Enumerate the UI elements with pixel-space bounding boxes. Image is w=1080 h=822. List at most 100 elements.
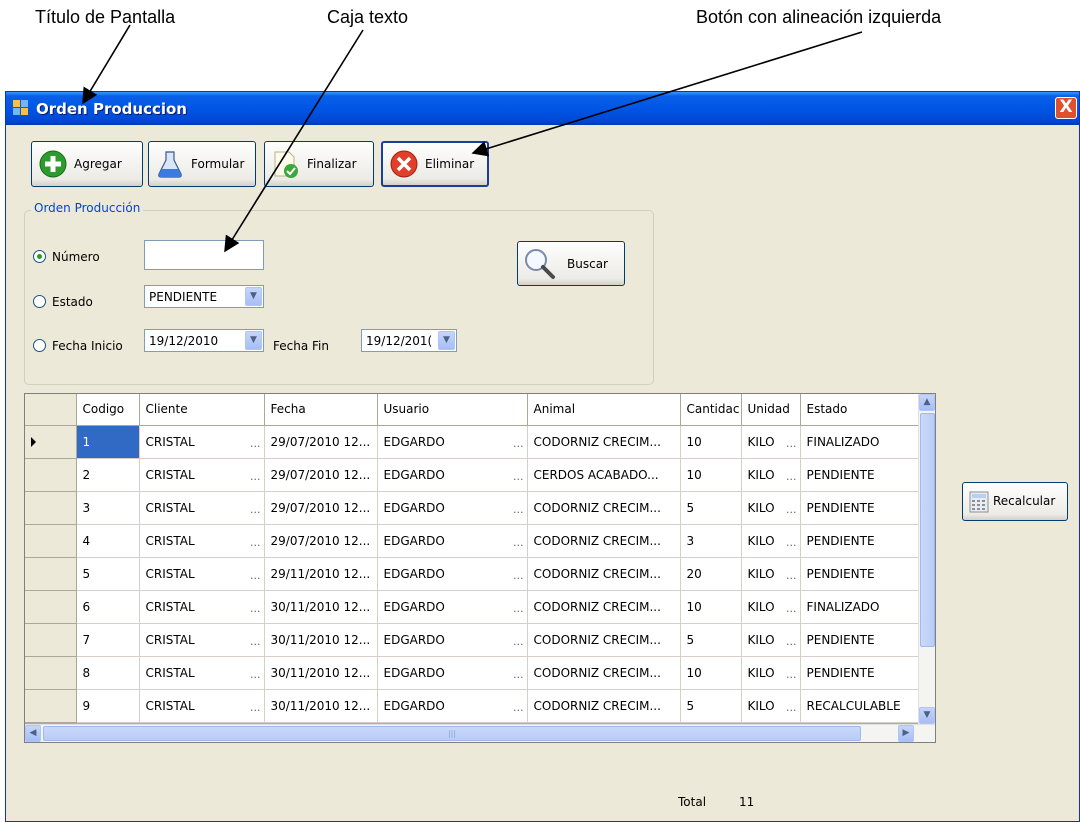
ellipsis-button[interactable]: ... (250, 470, 261, 483)
column-header-codigo[interactable]: Codigo (76, 394, 140, 426)
ellipsis-button[interactable]: ... (250, 569, 261, 582)
table-cell[interactable]: PENDIENTE (800, 524, 919, 558)
table-cell[interactable]: CODORNIZ CRECIM... (527, 656, 681, 690)
ellipsis-button[interactable]: ... (786, 602, 797, 615)
table-cell[interactable]: 4 (76, 524, 140, 558)
row-header[interactable] (25, 590, 77, 624)
row-header[interactable] (25, 656, 77, 690)
table-cell[interactable]: 20 (680, 557, 742, 591)
row-header[interactable] (25, 524, 77, 558)
ellipsis-button[interactable]: ... (250, 701, 261, 714)
ellipsis-button[interactable]: ... (513, 668, 524, 681)
scroll-right-icon[interactable]: ▶ (898, 725, 914, 742)
ellipsis-button[interactable]: ... (786, 569, 797, 582)
table-cell[interactable]: CRISTAL... (139, 590, 265, 624)
numero-radio[interactable] (33, 250, 46, 263)
column-header-fecha[interactable]: Fecha (264, 394, 378, 426)
ellipsis-button[interactable]: ... (250, 668, 261, 681)
agregar-button[interactable]: Agregar (31, 141, 143, 187)
column-header-animal[interactable]: Animal (527, 394, 681, 426)
ellipsis-button[interactable]: ... (513, 635, 524, 648)
table-cell[interactable]: PENDIENTE (800, 623, 919, 657)
ellipsis-button[interactable]: ... (513, 569, 524, 582)
row-header[interactable] (25, 491, 77, 525)
table-cell[interactable]: RECALCULABLE (800, 689, 919, 723)
eliminar-button[interactable]: Eliminar (381, 141, 489, 187)
vertical-scrollbar[interactable]: ▲ ▼ (918, 394, 935, 725)
table-cell[interactable]: KILO... (741, 458, 801, 492)
table-cell[interactable]: EDGARDO... (377, 590, 528, 624)
table-cell[interactable]: 5 (680, 689, 742, 723)
table-cell[interactable]: 10 (680, 458, 742, 492)
table-cell[interactable]: KILO... (741, 524, 801, 558)
table-row[interactable]: 7 CRISTAL... 30/11/2010 12... EDGARDO... COD… (25, 623, 919, 657)
table-cell[interactable]: KILO... (741, 656, 801, 690)
table-cell[interactable]: KILO... (741, 623, 801, 657)
table-cell[interactable]: EDGARDO... (377, 425, 528, 459)
table-cell[interactable]: 30/11/2010 12... (264, 689, 378, 723)
ellipsis-button[interactable]: ... (250, 536, 261, 549)
table-cell[interactable]: CRISTAL... (139, 524, 265, 558)
row-header[interactable] (25, 458, 77, 492)
table-cell[interactable]: CODORNIZ CRECIM... (527, 623, 681, 657)
fecha-inicio-radio[interactable] (33, 339, 46, 352)
table-cell[interactable]: 2 (76, 458, 140, 492)
table-cell[interactable]: EDGARDO... (377, 689, 528, 723)
table-cell[interactable]: FINALIZADO (800, 590, 919, 624)
table-cell[interactable]: 29/11/2010 12... (264, 557, 378, 591)
table-row[interactable]: 4 CRISTAL... 29/07/2010 12... EDGARDO... COD… (25, 524, 919, 558)
ellipsis-button[interactable]: ... (786, 536, 797, 549)
table-cell[interactable]: EDGARDO... (377, 458, 528, 492)
table-cell[interactable]: 29/07/2010 12... (264, 458, 378, 492)
ellipsis-button[interactable]: ... (513, 503, 524, 516)
table-cell[interactable]: CODORNIZ CRECIM... (527, 491, 681, 525)
row-header[interactable] (25, 425, 77, 459)
table-cell[interactable]: PENDIENTE (800, 491, 919, 525)
ellipsis-button[interactable]: ... (250, 437, 261, 450)
scroll-up-icon[interactable]: ▲ (919, 394, 935, 411)
table-cell[interactable]: CODORNIZ CRECIM... (527, 689, 681, 723)
ellipsis-button[interactable]: ... (250, 503, 261, 516)
table-row[interactable]: 5 CRISTAL... 29/11/2010 12... EDGARDO... COD… (25, 557, 919, 591)
table-cell[interactable]: CRISTAL... (139, 557, 265, 591)
column-header-cantidad[interactable]: Cantidac (680, 394, 742, 426)
column-header-estado[interactable]: Estado (800, 394, 919, 426)
table-row[interactable]: 1 CRISTAL... 29/07/2010 12... EDGARDO... COD… (25, 425, 919, 459)
ellipsis-button[interactable]: ... (513, 470, 524, 483)
ellipsis-button[interactable]: ... (513, 602, 524, 615)
table-cell[interactable]: EDGARDO... (377, 656, 528, 690)
table-cell[interactable]: 5 (76, 557, 140, 591)
table-cell[interactable]: 29/07/2010 12... (264, 524, 378, 558)
column-header-usuario[interactable]: Usuario (377, 394, 528, 426)
table-cell[interactable]: 10 (680, 590, 742, 624)
scroll-left-icon[interactable]: ◀ (25, 725, 41, 742)
table-cell[interactable]: CRISTAL... (139, 656, 265, 690)
table-cell[interactable]: 1 (76, 425, 140, 459)
fecha-fin-picker[interactable]: 19/12/201( ▼ (361, 329, 457, 352)
table-cell[interactable]: EDGARDO... (377, 557, 528, 591)
estado-radio[interactable] (33, 295, 46, 308)
chevron-down-icon[interactable]: ▼ (438, 331, 455, 350)
table-cell[interactable]: 30/11/2010 12... (264, 590, 378, 624)
table-cell[interactable]: 29/07/2010 12... (264, 425, 378, 459)
fecha-inicio-picker[interactable]: 19/12/2010 ▼ (144, 329, 264, 352)
ellipsis-button[interactable]: ... (250, 635, 261, 648)
row-header[interactable] (25, 689, 77, 723)
table-cell[interactable]: CODORNIZ CRECIM... (527, 425, 681, 459)
table-cell[interactable]: CODORNIZ CRECIM... (527, 590, 681, 624)
table-cell[interactable]: 9 (76, 689, 140, 723)
ellipsis-button[interactable]: ... (786, 701, 797, 714)
table-cell[interactable]: CODORNIZ CRECIM... (527, 524, 681, 558)
numero-input[interactable] (144, 240, 264, 270)
table-row[interactable]: 3 CRISTAL... 29/07/2010 12... EDGARDO... COD… (25, 491, 919, 525)
ellipsis-button[interactable]: ... (786, 635, 797, 648)
orders-grid[interactable]: Codigo Cliente Fecha Usuario Animal Cant… (24, 393, 936, 743)
column-header-cliente[interactable]: Cliente (139, 394, 265, 426)
ellipsis-button[interactable]: ... (513, 701, 524, 714)
table-cell[interactable]: PENDIENTE (800, 557, 919, 591)
table-cell[interactable]: KILO... (741, 590, 801, 624)
vertical-scroll-thumb[interactable] (920, 413, 935, 647)
horizontal-scroll-thumb[interactable]: ||| (43, 726, 861, 741)
table-cell[interactable]: 3 (680, 524, 742, 558)
table-cell[interactable]: CRISTAL... (139, 425, 265, 459)
